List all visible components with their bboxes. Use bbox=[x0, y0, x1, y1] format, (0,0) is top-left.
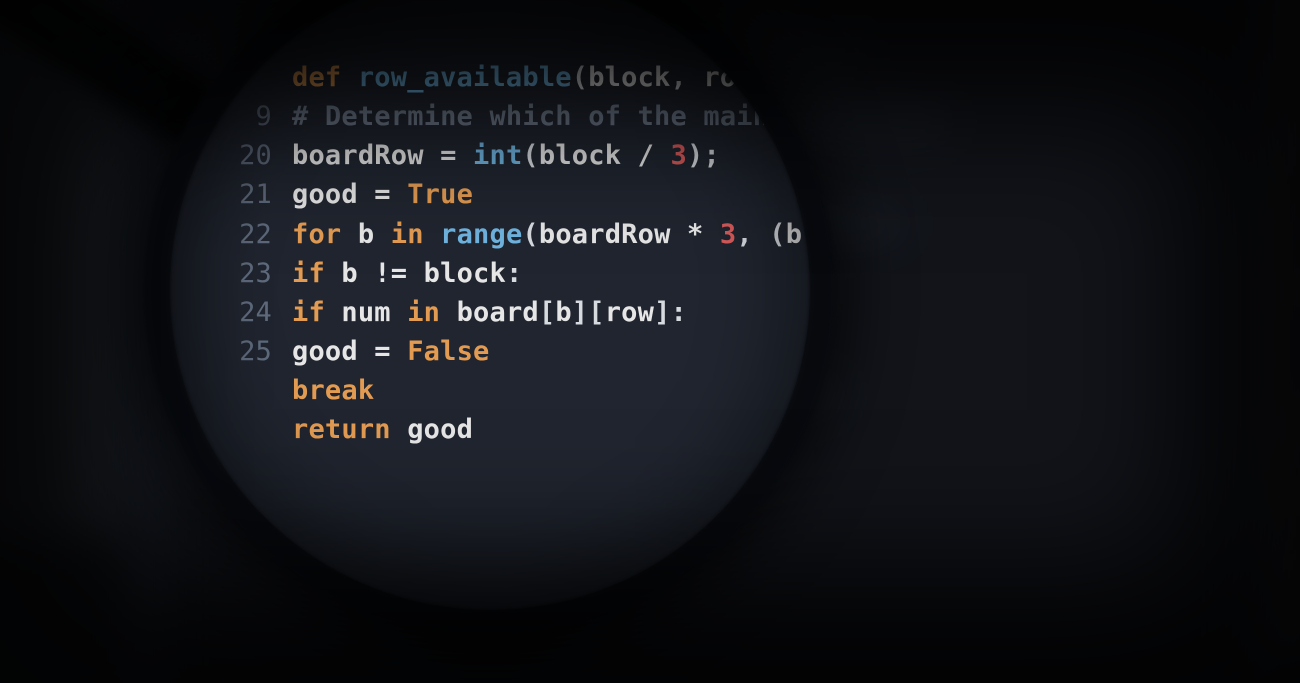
code-token: row_available bbox=[358, 62, 572, 93]
code-line-content: good = True bbox=[292, 175, 473, 214]
code-token: * bbox=[687, 219, 720, 250]
code-line: 24 if num in board[b][row]: bbox=[220, 293, 802, 332]
code-token: False bbox=[407, 336, 489, 367]
line-number: 24 bbox=[220, 293, 272, 332]
code-line: 9 # Determine which of the main bbox=[220, 97, 802, 136]
code-token: = bbox=[424, 140, 473, 171]
code-line-content: def row_available(block, row bbox=[292, 58, 753, 97]
blurred-minimap bbox=[1270, 0, 1300, 683]
code-token: block bbox=[588, 62, 670, 93]
code-token: break bbox=[292, 375, 374, 406]
code-token: / bbox=[638, 140, 671, 171]
code-token: boardRow bbox=[292, 140, 424, 171]
code-token: num bbox=[341, 297, 390, 328]
code-token: if bbox=[292, 297, 341, 328]
code-token: ][ bbox=[572, 297, 605, 328]
code-line: 21 good = True bbox=[220, 175, 802, 214]
code-token: good bbox=[292, 336, 358, 367]
code-line: return good bbox=[220, 410, 802, 449]
code-line: break bbox=[220, 371, 802, 410]
code-token: range bbox=[440, 219, 522, 250]
code-token: != bbox=[358, 258, 424, 289]
code-token: # Determine which of the main bbox=[292, 101, 769, 132]
code-token: for bbox=[292, 219, 358, 250]
code-token: ]: bbox=[654, 297, 687, 328]
code-token: b bbox=[786, 219, 802, 250]
code-line-content: break bbox=[292, 371, 374, 410]
code-token: block bbox=[539, 140, 638, 171]
code-token: ); bbox=[687, 140, 720, 171]
code-token: block bbox=[424, 258, 506, 289]
code-token: row bbox=[605, 297, 654, 328]
code-token: ( bbox=[522, 140, 538, 171]
code-token: ( bbox=[572, 62, 588, 93]
code-line-content: for b in range(boardRow * 3, (b bbox=[292, 215, 802, 254]
code-token: , ( bbox=[736, 219, 785, 250]
line-number: 22 bbox=[220, 215, 272, 254]
code-token: in bbox=[391, 297, 457, 328]
code-token: ( bbox=[522, 219, 538, 250]
code-token: : bbox=[506, 258, 522, 289]
code-token: b bbox=[358, 219, 374, 250]
line-number: 25 bbox=[220, 332, 272, 371]
code-token: def bbox=[292, 62, 358, 93]
code-token: if bbox=[292, 258, 341, 289]
code-token: row bbox=[703, 62, 752, 93]
code-line: 22for b in range(boardRow * 3, (b bbox=[220, 215, 802, 254]
code-token: = bbox=[358, 179, 407, 210]
code-token: good bbox=[292, 179, 358, 210]
code-token: 3 bbox=[671, 140, 687, 171]
code-line-content: boardRow = int(block / 3); bbox=[292, 136, 720, 175]
code-line-content: good = False bbox=[292, 332, 489, 371]
code-line-content: # Determine which of the main bbox=[292, 97, 769, 136]
code-token: in bbox=[374, 219, 440, 250]
blurred-file-explorer bbox=[0, 0, 130, 683]
code-line-content: if num in board[b][row]: bbox=[292, 293, 687, 332]
code-line: def row_available(block, row bbox=[220, 58, 802, 97]
line-number: 23 bbox=[220, 254, 272, 293]
code-token: return bbox=[292, 414, 407, 445]
code-token: 3 bbox=[720, 219, 736, 250]
line-number: 21 bbox=[220, 175, 272, 214]
magnifier-lens: def row_available(block, row9# Determine… bbox=[170, 0, 810, 610]
line-number: 9 bbox=[220, 97, 272, 136]
magnified-code-block: def row_available(block, row9# Determine… bbox=[220, 58, 802, 449]
code-token: = bbox=[358, 336, 407, 367]
code-token: board bbox=[457, 297, 539, 328]
line-number: 20 bbox=[220, 136, 272, 175]
code-line-content: if b != block: bbox=[292, 254, 522, 293]
code-line: 25 good = False bbox=[220, 332, 802, 371]
code-token: int bbox=[473, 140, 522, 171]
code-token: boardRow bbox=[539, 219, 687, 250]
code-token: True bbox=[407, 179, 473, 210]
code-token: good bbox=[407, 414, 473, 445]
code-line: 23 if b != block: bbox=[220, 254, 802, 293]
code-token: , bbox=[671, 62, 704, 93]
code-token: b bbox=[555, 297, 571, 328]
code-line-content: return good bbox=[292, 410, 473, 449]
code-token: b bbox=[341, 258, 357, 289]
code-token: [ bbox=[539, 297, 555, 328]
code-line: 20 boardRow = int(block / 3); bbox=[220, 136, 802, 175]
